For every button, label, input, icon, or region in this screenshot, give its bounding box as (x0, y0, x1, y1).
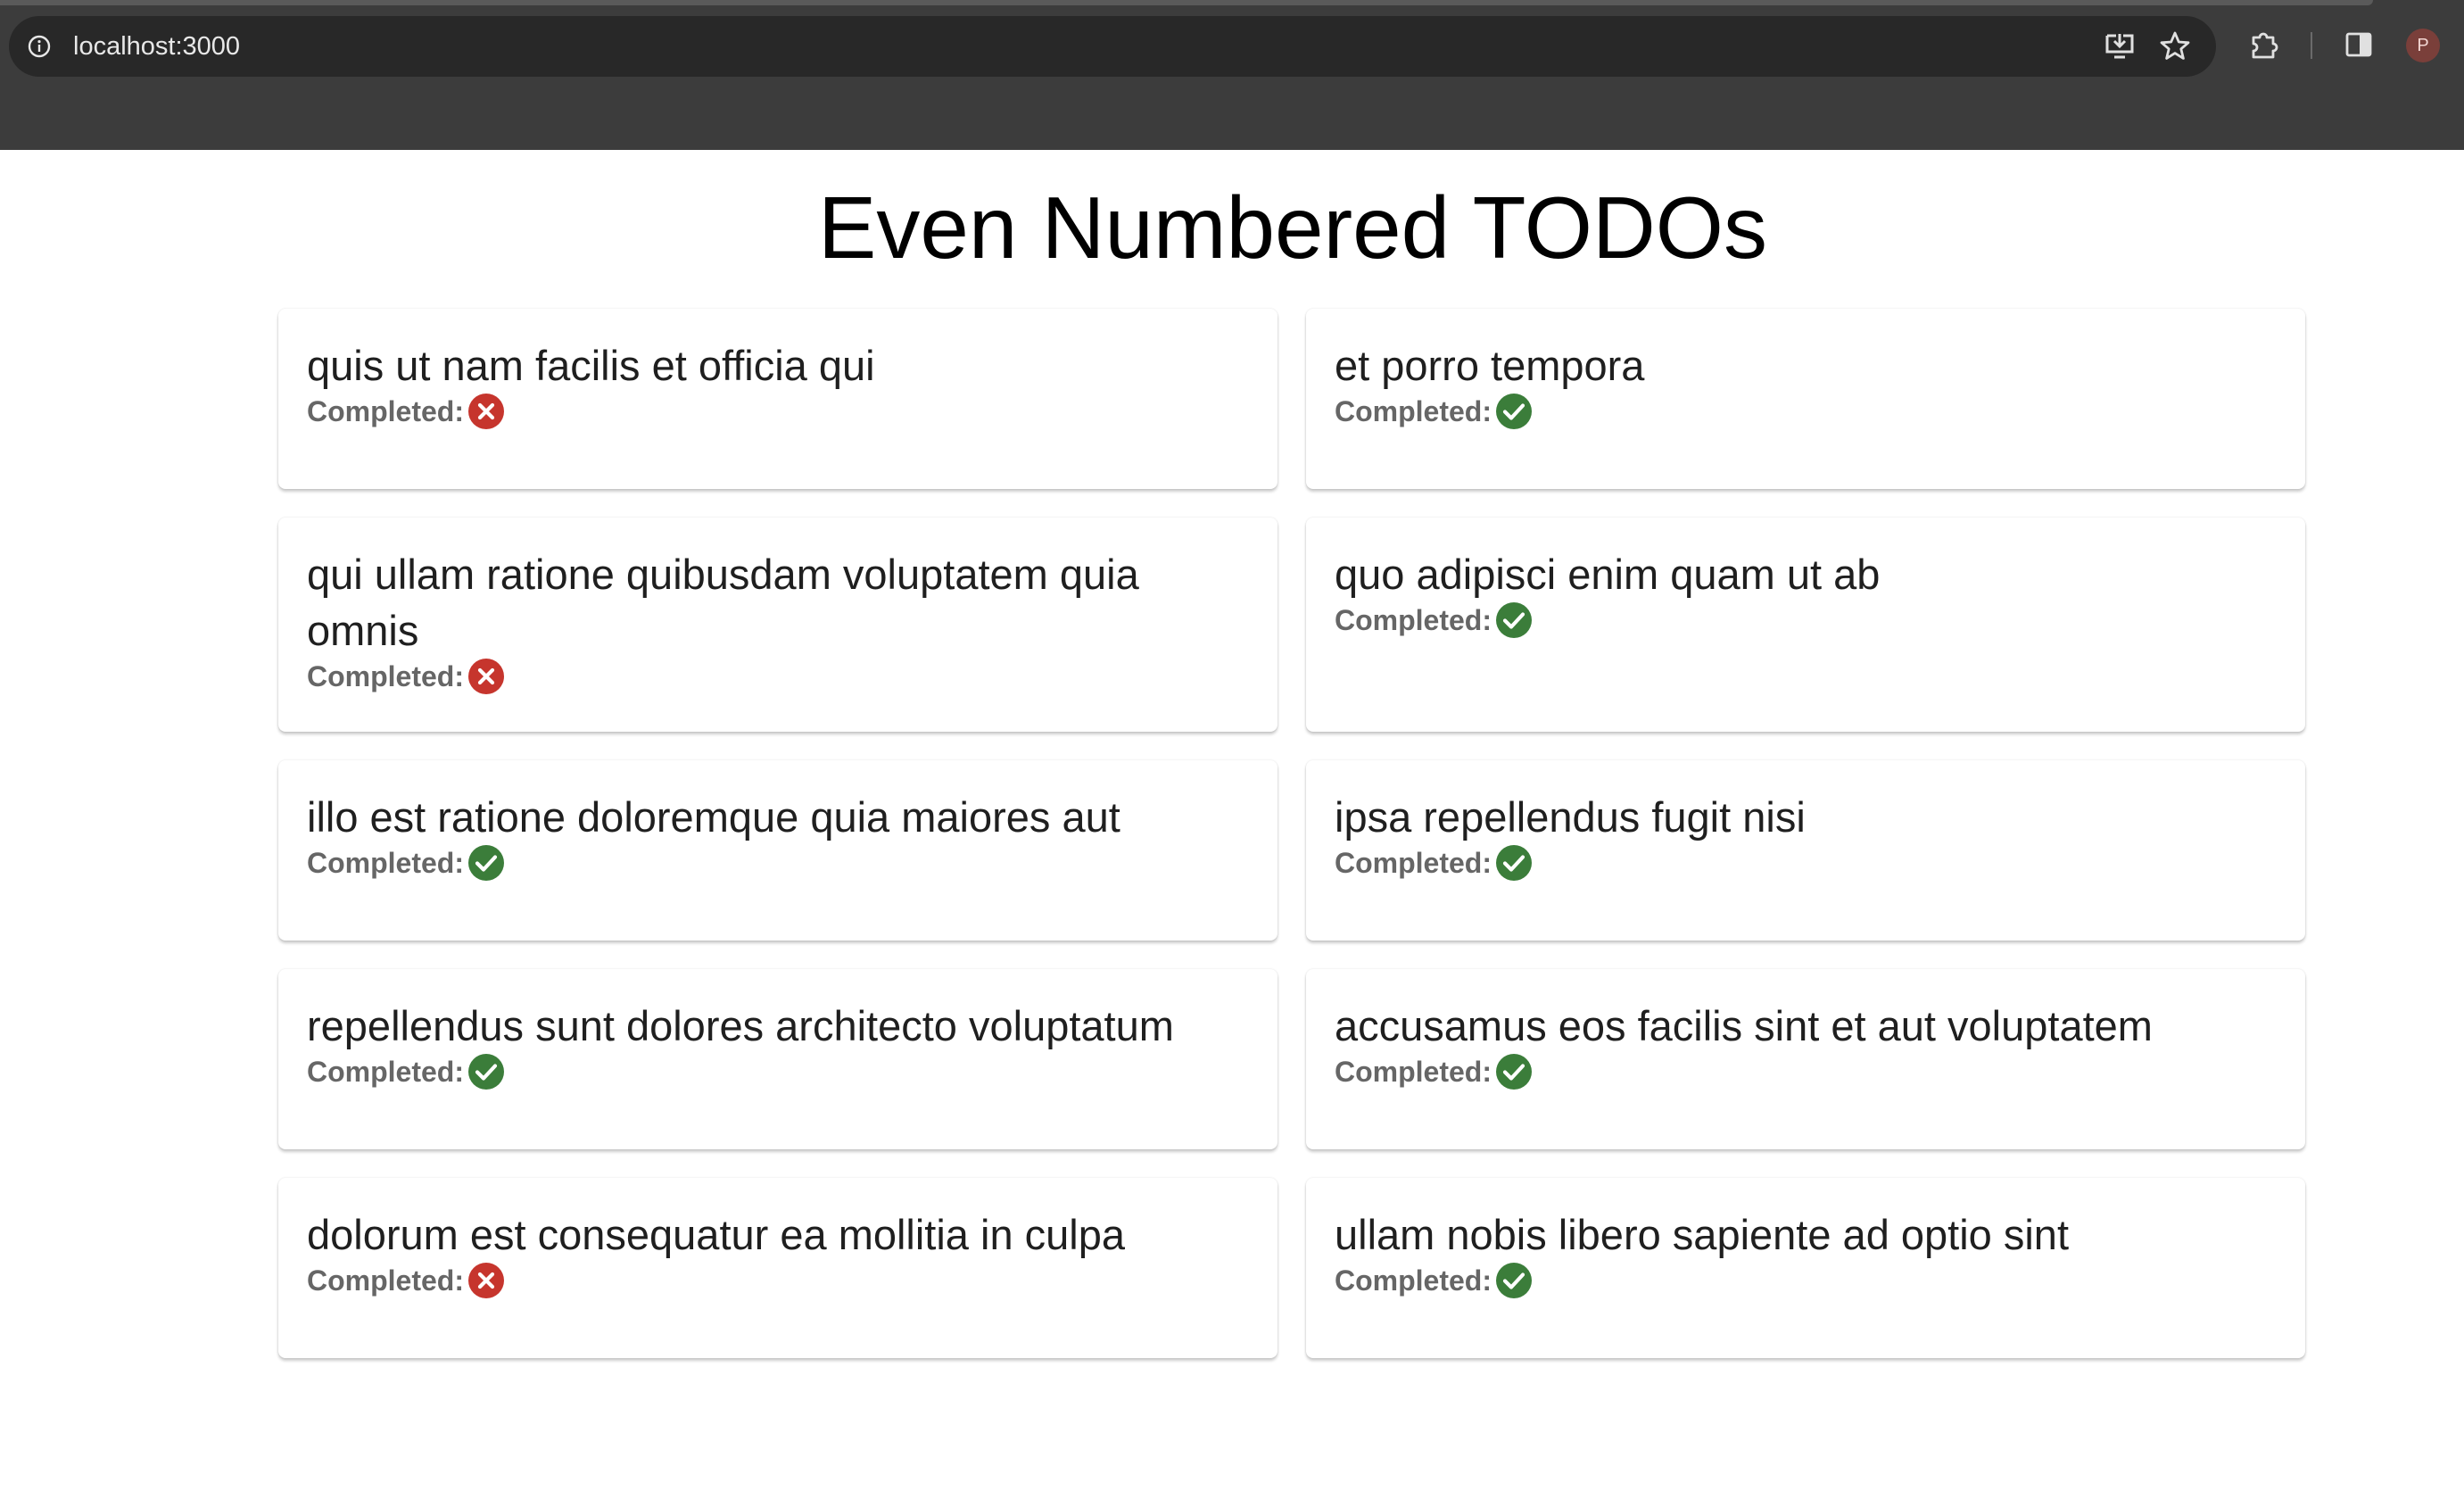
todo-title: ullam nobis libero sapiente ad optio sin… (1335, 1211, 2070, 1258)
address-bar[interactable]: localhost:3000 (9, 16, 2216, 77)
install-app-icon[interactable] (2102, 29, 2137, 64)
side-panel-icon[interactable] (2341, 27, 2377, 62)
check-circle-icon (1495, 601, 1533, 639)
todo-card: ullam nobis libero sapiente ad optio sin… (1306, 1178, 2305, 1358)
extensions-icon[interactable] (2246, 27, 2282, 62)
todo-status: Completed: (307, 392, 1249, 431)
todo-title: dolorum est consequatur ea mollitia in c… (307, 1211, 1126, 1258)
cancel-circle-icon (467, 658, 505, 695)
todo-title: quo adipisci enim quam ut ab (1335, 551, 1881, 598)
completed-label: Completed: (307, 1264, 464, 1297)
todo-card: qui ullam ratione quibusdam voluptatem q… (278, 518, 1277, 732)
todo-status: Completed: (307, 657, 1249, 696)
browser-toolbar: localhost:3000 P (0, 0, 2464, 150)
todo-title: qui ullam ratione quibusdam voluptatem q… (307, 551, 1139, 654)
profile-avatar[interactable]: P (2406, 29, 2440, 62)
todo-card: repellendus sunt dolores architecto volu… (278, 969, 1277, 1149)
check-circle-icon (1495, 393, 1533, 430)
todo-card: et porro tempora Completed: (1306, 309, 2305, 489)
check-circle-icon (467, 844, 505, 882)
todo-card: dolorum est consequatur ea mollitia in c… (278, 1178, 1277, 1358)
check-circle-icon (1495, 1262, 1533, 1299)
todo-status: Completed: (1335, 1052, 2277, 1091)
cancel-circle-icon (467, 393, 505, 430)
completed-label: Completed: (1335, 604, 1492, 636)
todo-status: Completed: (307, 1052, 1249, 1091)
completed-label: Completed: (307, 1056, 464, 1088)
completed-label: Completed: (1335, 395, 1492, 427)
todo-status: Completed: (1335, 843, 2277, 883)
completed-label: Completed: (307, 847, 464, 879)
completed-label: Completed: (1335, 1264, 1492, 1297)
todo-title: quis ut nam facilis et officia qui (307, 342, 875, 389)
completed-label: Completed: (1335, 1056, 1492, 1088)
todo-status: Completed: (1335, 601, 2277, 640)
check-circle-icon (1495, 844, 1533, 882)
completed-label: Completed: (307, 660, 464, 692)
todo-card: quo adipisci enim quam ut ab Completed: (1306, 518, 2305, 732)
cancel-circle-icon (467, 1262, 505, 1299)
toolbar-separator (2311, 32, 2312, 59)
completed-label: Completed: (1335, 847, 1492, 879)
todo-title: illo est ratione doloremque quia maiores… (307, 793, 1120, 841)
todo-card: quis ut nam facilis et officia qui Comple… (278, 309, 1277, 489)
todo-title: et porro tempora (1335, 342, 1645, 389)
check-circle-icon (1495, 1053, 1533, 1090)
check-circle-icon (467, 1053, 505, 1090)
page-title: Even Numbered TODOs (818, 178, 1767, 277)
todo-title: ipsa repellendus fugit nisi (1335, 793, 1806, 841)
todo-card: illo est ratione doloremque quia maiores… (278, 760, 1277, 941)
todo-title: accusamus eos facilis sint et aut volupt… (1335, 1002, 2153, 1049)
todo-card: accusamus eos facilis sint et aut volupt… (1306, 969, 2305, 1149)
completed-label: Completed: (307, 395, 464, 427)
todo-status: Completed: (1335, 392, 2277, 431)
todo-status: Completed: (307, 1261, 1249, 1300)
todo-grid: quis ut nam facilis et officia qui Comple… (278, 309, 2305, 1358)
star-icon[interactable] (2157, 29, 2193, 64)
todo-card: ipsa repellendus fugit nisi Completed: (1306, 760, 2305, 941)
info-icon[interactable] (23, 30, 55, 62)
todo-status: Completed: (307, 843, 1249, 883)
tab-strip-edge (0, 0, 2373, 5)
url-text[interactable]: localhost:3000 (73, 32, 240, 61)
todo-title: repellendus sunt dolores architecto volu… (307, 1002, 1174, 1049)
todo-status: Completed: (1335, 1261, 2277, 1300)
